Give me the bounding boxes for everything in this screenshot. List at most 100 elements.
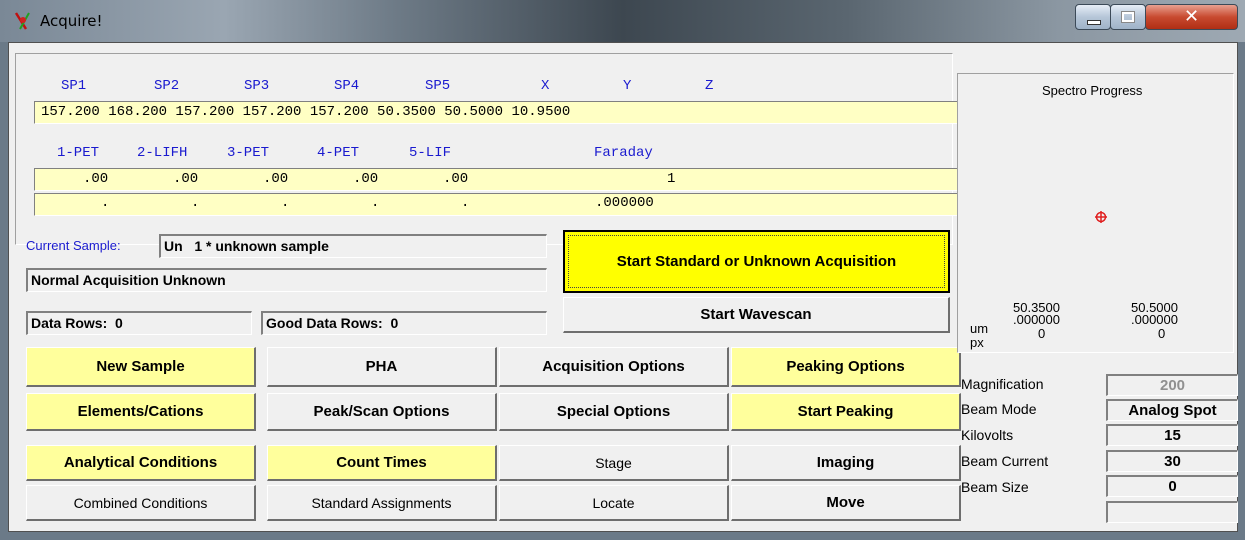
beam-current-label: Beam Current [961, 453, 1049, 469]
current-sample-field: Un 1 * unknown sample [159, 234, 547, 258]
beam-mode-value: Analog Spot [1106, 399, 1238, 421]
rate-4: . [371, 195, 380, 211]
imaging-button[interactable]: Imaging [731, 445, 961, 481]
locate-button[interactable]: Locate [499, 485, 729, 521]
move-label: Move [826, 494, 865, 511]
count-2: .00 [173, 171, 199, 187]
header-z: Z [705, 78, 714, 94]
magnification-value: 200 [1106, 374, 1238, 396]
start-peaking-button[interactable]: Start Peaking [731, 393, 961, 431]
stage-button[interactable]: Stage [499, 445, 729, 481]
peak-scan-options-button[interactable]: Peak/Scan Options [267, 393, 497, 431]
beam-current-value: 30 [1106, 450, 1238, 472]
rate-3: . [281, 195, 290, 211]
count-4: .00 [353, 171, 379, 187]
peaking-options-label: Peaking Options [786, 358, 905, 375]
combined-conditions-label: Combined Conditions [73, 494, 208, 511]
analytical-conditions-button[interactable]: Analytical Conditions [26, 445, 256, 481]
crystal-3: 3-PET [227, 145, 270, 161]
combined-conditions-button[interactable]: Combined Conditions [26, 485, 256, 521]
special-options-label: Special Options [556, 403, 671, 420]
header-sp4: SP4 [334, 78, 360, 94]
count-5: .00 [443, 171, 469, 187]
minimize-icon [1087, 20, 1101, 25]
count-times-label: Count Times [336, 454, 427, 471]
kilovolts-label: Kilovolts [961, 427, 1014, 443]
peak-scan-options-label: Peak/Scan Options [313, 403, 450, 420]
header-sp5: SP5 [425, 78, 451, 94]
close-button[interactable]: ✕ [1145, 4, 1238, 30]
window-title: Acquire! [40, 12, 103, 30]
kilovolts-value: 15 [1106, 424, 1238, 446]
new-sample-button[interactable]: New Sample [26, 347, 256, 387]
um-label: um [970, 321, 989, 336]
stage-y-um-2: .000000 [1131, 312, 1178, 327]
data-rows-field: Data Rows: 0 [26, 311, 252, 335]
stage-x-um-2: .000000 [1013, 312, 1060, 327]
header-y: Y [623, 78, 632, 94]
standard-assignments-label: Standard Assignments [311, 494, 452, 511]
rate-1: . [101, 195, 110, 211]
elements-cations-label: Elements/Cations [77, 403, 204, 420]
close-icon: ✕ [1183, 6, 1200, 27]
maximize-icon [1121, 11, 1135, 23]
imaging-label: Imaging [816, 454, 875, 471]
move-button[interactable]: Move [731, 485, 961, 521]
acquisition-options-button[interactable]: Acquisition Options [499, 347, 729, 387]
crystal-1: 1-PET [57, 145, 100, 161]
peaking-options-button[interactable]: Peaking Options [731, 347, 961, 387]
spectro-progress-panel: Spectro Progress 50.3500 50.5000 um .000… [957, 73, 1234, 353]
crystal-4: 4-PET [317, 145, 360, 161]
start-wavescan-button[interactable]: Start Wavescan [563, 297, 950, 333]
acquire-panel: SP1 SP2 SP3 SP4 SP5 X Y Z 157.200 168.20… [8, 42, 1238, 532]
standard-assignments-button[interactable]: Standard Assignments [267, 485, 497, 521]
good-data-rows-field: Good Data Rows: 0 [261, 311, 547, 335]
beam-size-value: 0 [1106, 475, 1238, 497]
header-sp3: SP3 [244, 78, 270, 94]
special-options-button[interactable]: Special Options [499, 393, 729, 431]
faraday-rate: .000000 [595, 195, 654, 211]
rate-2: . [191, 195, 200, 211]
crosshair-target-icon [1095, 211, 1107, 223]
beam-mode-label: Beam Mode [961, 401, 1037, 417]
magnification-label: Magnification [961, 376, 1044, 392]
maximize-button[interactable] [1110, 4, 1146, 30]
acquisition-options-label: Acquisition Options [542, 358, 685, 375]
start-acquisition-label: Start Standard or Unknown Acquisition [616, 253, 897, 270]
counts-row: .00 .00 .00 .00 .00 1 [34, 168, 957, 191]
count-times-button[interactable]: Count Times [267, 445, 497, 481]
pha-button[interactable]: PHA [267, 347, 497, 387]
header-sp2: SP2 [154, 78, 180, 94]
title-bar[interactable]: Acquire! ✕ [0, 0, 1245, 42]
app-icon [14, 12, 30, 30]
new-sample-label: New Sample [96, 358, 185, 375]
positions-row: 157.200 168.200 157.200 157.200 157.200 … [34, 101, 957, 124]
stage-label: Stage [595, 454, 632, 471]
count-1: .00 [83, 171, 109, 187]
beam-size-label: Beam Size [961, 479, 1029, 495]
rates-row: . . . . . .000000 [34, 193, 957, 216]
elements-cations-button[interactable]: Elements/Cations [26, 393, 256, 431]
header-faraday: Faraday [594, 145, 653, 161]
positions-values: 157.200 168.200 157.200 157.200 157.200 … [41, 104, 571, 120]
acquisition-mode-field: Normal Acquisition Unknown [26, 268, 547, 292]
rate-5: . [461, 195, 470, 211]
crystal-5: 5-LIF [409, 145, 452, 161]
spectro-progress-title: Spectro Progress [1042, 83, 1143, 98]
stage-x-px: 0 [1038, 326, 1046, 341]
count-3: .00 [263, 171, 289, 187]
start-peaking-label: Start Peaking [797, 403, 894, 420]
faraday-count: 1 [667, 171, 676, 187]
locate-label: Locate [592, 494, 635, 511]
analytical-conditions-label: Analytical Conditions [63, 454, 218, 471]
extra-value-box [1106, 501, 1238, 523]
header-x: X [541, 78, 550, 94]
stage-y-px: 0 [1158, 326, 1166, 341]
current-sample-label: Current Sample: [26, 238, 121, 253]
header-sp1: SP1 [61, 78, 87, 94]
app-window: Acquire! ✕ SP1 SP2 SP3 SP4 SP5 X Y Z 157… [0, 0, 1245, 540]
pha-label: PHA [365, 358, 398, 375]
start-acquisition-button[interactable]: Start Standard or Unknown Acquisition [563, 230, 950, 293]
minimize-button[interactable] [1075, 4, 1111, 30]
crystal-2: 2-LIFH [137, 145, 188, 161]
